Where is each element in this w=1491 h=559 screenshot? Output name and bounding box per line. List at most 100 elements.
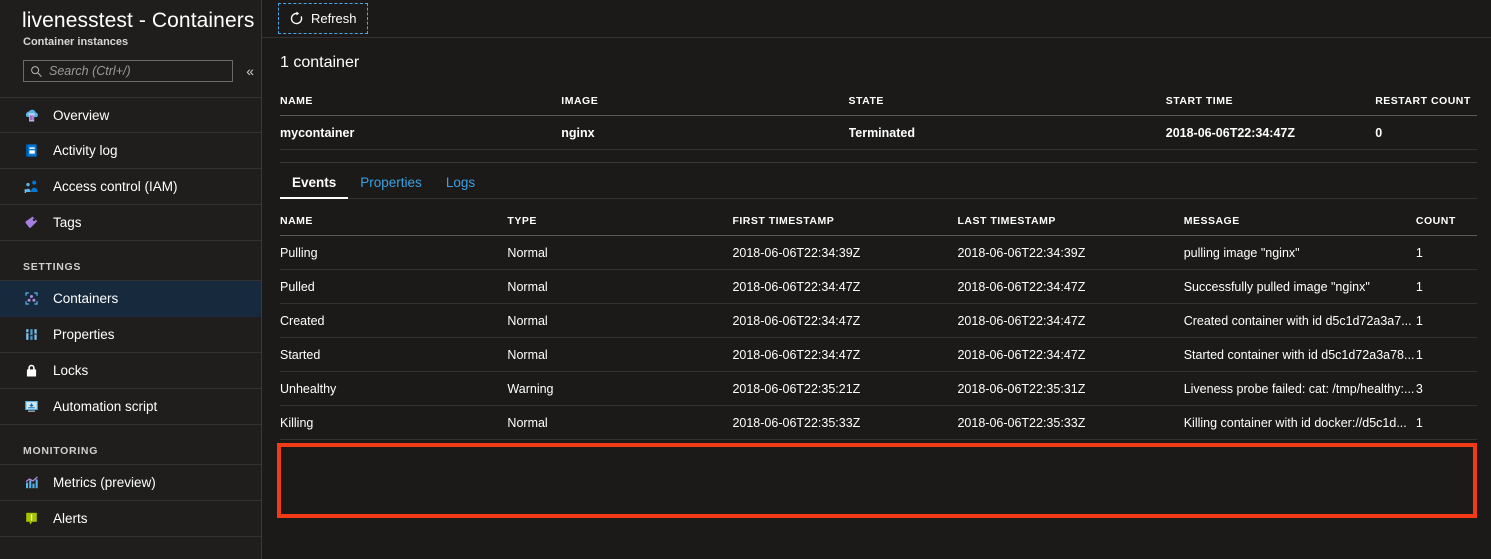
sidebar-item-label: Tags <box>53 215 82 230</box>
cell-first-timestamp: 2018-06-06T22:34:47Z <box>732 303 958 338</box>
search-input[interactable]: Search (Ctrl+/) <box>23 60 234 82</box>
cell-container-image: nginx <box>561 115 849 150</box>
containers-header-row: NAME IMAGE STATE START TIME RESTART COUN… <box>280 95 1477 116</box>
containers-table-wrapper: NAME IMAGE STATE START TIME RESTART COUN… <box>262 72 1491 150</box>
cell-event-name: Started <box>280 337 508 372</box>
cell-event-type: Normal <box>507 303 733 338</box>
sidebar-item-label: Overview <box>53 107 110 123</box>
events-table: NAME TYPE FIRST TIMESTAMP LAST TIMESTAMP… <box>280 215 1477 440</box>
tab-properties[interactable]: Properties <box>348 171 434 198</box>
cell-first-timestamp: 2018-06-06T22:34:47Z <box>732 337 958 372</box>
search-row: Search (Ctrl+/) « <box>0 49 261 82</box>
detail-tabs: Events Properties Logs <box>280 162 1477 199</box>
cell-count: 1 <box>1415 337 1477 372</box>
cell-container-start-time: 2018-06-06T22:34:47Z <box>1165 115 1376 150</box>
cell-count: 3 <box>1415 371 1477 406</box>
table-row[interactable]: Started Normal 2018-06-06T22:34:47Z 2018… <box>280 337 1477 372</box>
cell-event-name: Unhealthy <box>280 371 508 406</box>
column-header-state: STATE <box>848 95 1166 116</box>
search-placeholder: Search (Ctrl+/) <box>49 64 131 78</box>
cell-last-timestamp: 2018-06-06T22:34:47Z <box>957 337 1184 372</box>
cell-message: pulling image "nginx" <box>1183 235 1416 270</box>
sidebar-item-label: Access control (IAM) <box>53 179 178 194</box>
column-header-message: MESSAGE <box>1183 215 1416 236</box>
cell-event-type: Normal <box>507 405 733 440</box>
sidebar-item-containers[interactable]: Containers <box>0 281 261 317</box>
cell-first-timestamp: 2018-06-06T22:35:33Z <box>732 405 958 440</box>
cell-event-name: Pulled <box>280 269 508 304</box>
sidebar-item-access-control[interactable]: Access control (IAM) <box>0 169 261 205</box>
table-row[interactable]: Unhealthy Warning 2018-06-06T22:35:21Z 2… <box>280 371 1477 406</box>
sidebar-item-label: Containers <box>53 291 119 306</box>
refresh-icon <box>289 11 304 26</box>
column-header-first-timestamp: FIRST TIMESTAMP <box>732 215 958 236</box>
lock-icon <box>23 362 40 379</box>
events-table-body: Pulling Normal 2018-06-06T22:34:39Z 2018… <box>280 235 1477 440</box>
refresh-button[interactable]: Refresh <box>278 3 368 34</box>
events-table-wrapper: NAME TYPE FIRST TIMESTAMP LAST TIMESTAMP… <box>262 199 1491 440</box>
sidebar-item-automation-script[interactable]: Automation script <box>0 389 261 425</box>
table-row[interactable]: mycontainer nginx Terminated 2018-06-06T… <box>280 115 1477 150</box>
sidebar-item-activity-log[interactable]: Activity log <box>0 133 261 169</box>
sidebar-item-overview[interactable]: Overview <box>0 97 261 133</box>
cell-first-timestamp: 2018-06-06T22:34:39Z <box>732 235 958 270</box>
cell-event-type: Normal <box>507 235 733 270</box>
sidebar-item-locks[interactable]: Locks <box>0 353 261 389</box>
table-row[interactable]: Killing Normal 2018-06-06T22:35:33Z 2018… <box>280 405 1477 440</box>
sidebar-group-monitoring: MONITORING <box>0 425 261 465</box>
blade-content: Refresh 1 container NAME IMAGE STATE STA… <box>262 0 1491 559</box>
sidebar-item-label: Activity log <box>53 143 118 158</box>
sidebar-item-label: Automation script <box>53 399 158 414</box>
cell-last-timestamp: 2018-06-06T22:34:39Z <box>957 235 1184 270</box>
sidebar-item-alerts[interactable]: Alerts <box>0 501 261 537</box>
alerts-icon <box>23 510 40 527</box>
overview-icon <box>23 107 40 124</box>
cell-event-type: Warning <box>507 371 733 406</box>
sidebar-item-label: Metrics (preview) <box>53 475 156 490</box>
chevron-double-left-icon[interactable]: « <box>239 60 261 82</box>
access-control-icon <box>23 178 40 195</box>
containers-icon <box>23 290 40 307</box>
cell-event-name: Killing <box>280 405 508 440</box>
table-row[interactable]: Pulled Normal 2018-06-06T22:34:47Z 2018-… <box>280 269 1477 304</box>
sidebar-item-label: Alerts <box>53 511 88 526</box>
tab-events[interactable]: Events <box>280 171 349 199</box>
cell-event-name: Created <box>280 303 508 338</box>
column-header-start-time: START TIME <box>1165 95 1376 116</box>
column-header-count: COUNT <box>1415 215 1477 236</box>
column-header-event-type: TYPE <box>507 215 733 236</box>
sidebar-item-properties[interactable]: Properties <box>0 317 261 353</box>
command-toolbar: Refresh <box>262 0 1491 38</box>
events-header-row: NAME TYPE FIRST TIMESTAMP LAST TIMESTAMP… <box>280 215 1477 236</box>
column-header-event-name: NAME <box>280 215 508 236</box>
cell-count: 1 <box>1415 269 1477 304</box>
table-row[interactable]: Pulling Normal 2018-06-06T22:34:39Z 2018… <box>280 235 1477 270</box>
cell-event-type: Normal <box>507 337 733 372</box>
page-subtitle: Container instances <box>23 36 129 48</box>
column-header-last-timestamp: LAST TIMESTAMP <box>957 215 1184 236</box>
sidebar-item-metrics[interactable]: Metrics (preview) <box>0 465 261 501</box>
column-header-image: IMAGE <box>561 95 849 116</box>
table-row[interactable]: Created Normal 2018-06-06T22:34:47Z 2018… <box>280 303 1477 338</box>
cell-last-timestamp: 2018-06-06T22:35:31Z <box>957 371 1184 406</box>
sidebar-item-tags[interactable]: Tags <box>0 205 261 241</box>
cell-message: Started container with id d5c1d72a3a78..… <box>1183 337 1416 372</box>
container-count-label: 1 container <box>280 54 360 71</box>
cell-container-state: Terminated <box>848 115 1166 150</box>
metrics-icon <box>23 474 40 491</box>
column-header-restart-count: RESTART COUNT <box>1375 95 1477 116</box>
cell-event-name: Pulling <box>280 235 508 270</box>
sidebar-item-label: Locks <box>53 363 89 378</box>
tags-icon <box>23 214 40 231</box>
tab-logs[interactable]: Logs <box>434 171 487 198</box>
properties-icon <box>23 326 40 343</box>
activity-log-icon <box>23 142 40 159</box>
cell-last-timestamp: 2018-06-06T22:35:33Z <box>957 405 1184 440</box>
page-title: livenesstest - Containers <box>22 9 255 32</box>
cell-first-timestamp: 2018-06-06T22:34:47Z <box>732 269 958 304</box>
cell-count: 1 <box>1415 235 1477 270</box>
cell-container-restart-count: 0 <box>1375 115 1477 150</box>
sidebar-group-settings: SETTINGS <box>0 241 261 281</box>
cell-message: Killing container with id docker://d5c1d… <box>1183 405 1416 440</box>
cell-container-name: mycontainer <box>280 115 562 150</box>
